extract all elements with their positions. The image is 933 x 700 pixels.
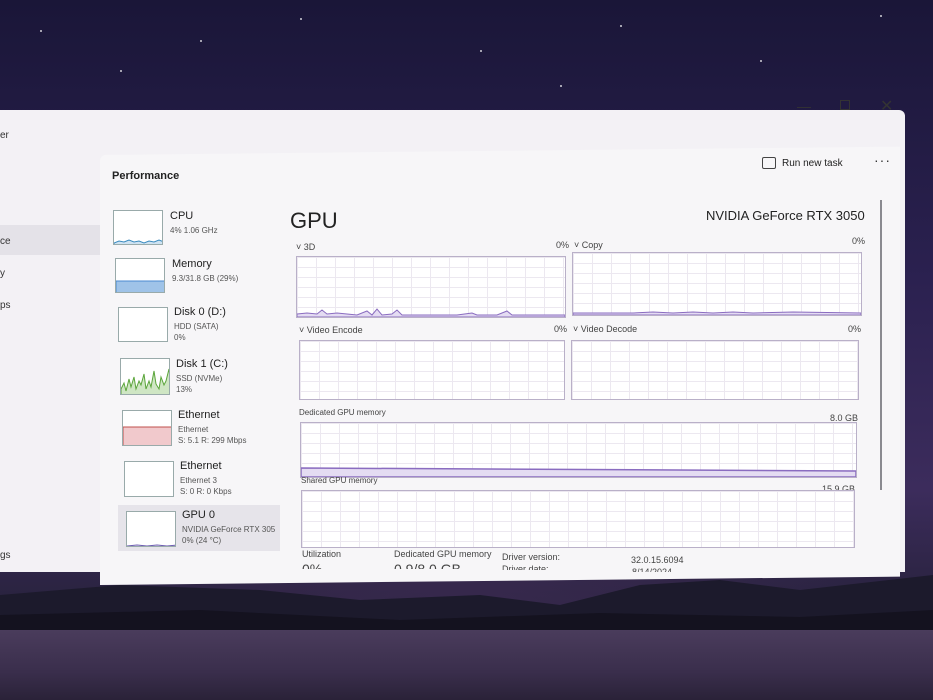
graph-copy	[572, 252, 862, 316]
run-task-icon	[762, 157, 776, 169]
ethernet-thumbnail-graph	[122, 410, 172, 446]
device-sub: SSD (NVMe)	[176, 374, 223, 383]
disk0-thumbnail-graph	[118, 307, 168, 342]
driver-date-label: Driver date:	[502, 564, 549, 570]
memory-thumbnail-graph	[115, 258, 165, 293]
device-sub: Ethernet	[178, 425, 209, 434]
star	[620, 25, 622, 27]
device-sub: NVIDIA GeForce RTX 305	[182, 525, 276, 534]
cpu-thumbnail-graph	[113, 210, 163, 245]
run-new-task-button[interactable]: Run new task	[762, 157, 843, 169]
engine-pct: 0%	[852, 236, 866, 246]
gpu-thumbnail-graph	[126, 511, 176, 547]
device-sub: Ethernet 3	[180, 476, 217, 485]
sidebar-item-settings[interactable]: gs	[0, 550, 11, 561]
star	[760, 60, 762, 62]
sidebar-item-apps[interactable]: ps	[0, 300, 11, 311]
graph-video-encode	[299, 340, 565, 400]
engine-label: 3D	[303, 242, 316, 252]
ethernet3-thumbnail-graph	[124, 461, 174, 497]
star	[120, 70, 122, 72]
engine-video-decode-dropdown[interactable]: ˅ Video Decode	[573, 324, 637, 334]
device-name: Disk 0 (D:)	[174, 306, 226, 318]
run-new-task-label: Run new task	[782, 157, 843, 169]
utilization-value: 0%	[302, 561, 323, 569]
star	[200, 40, 202, 42]
sidebar-item-performance[interactable]: ce	[0, 236, 11, 247]
dedicated-memory-stat-value: 0.9/8.0 GB	[394, 561, 461, 569]
driver-date-value: 8/14/2024	[632, 567, 673, 572]
panel-title: Performance	[112, 170, 180, 182]
engine-label: Copy	[581, 240, 603, 250]
device-sub: S: 0 R: 0 Kbps	[180, 487, 232, 496]
more-options-button[interactable]: ···	[874, 152, 891, 168]
device-name: GPU 0	[182, 509, 216, 521]
dedicated-memory-label: Dedicated GPU memory	[299, 408, 386, 417]
device-sub: HDD (SATA)	[174, 322, 219, 331]
device-name: Ethernet	[180, 460, 222, 472]
device-sub: S: 5.1 R: 299 Mbps	[178, 436, 247, 445]
device-sub: 13%	[176, 385, 193, 394]
driver-version-label: Driver version:	[502, 552, 561, 562]
device-sub: 0%	[174, 333, 186, 342]
device-name: Disk 1 (C:)	[176, 358, 228, 370]
star	[560, 85, 562, 87]
sidebar-item-history[interactable]: y	[0, 268, 5, 279]
graph-shared-memory	[301, 490, 855, 548]
close-icon[interactable]: ✕	[880, 96, 893, 116]
star	[480, 50, 482, 52]
device-sub: 9.3/31.8 GB (29%)	[172, 274, 239, 283]
engine-3d-dropdown[interactable]: ˅ 3D	[296, 242, 315, 252]
shared-memory-label: Shared GPU memory	[301, 476, 378, 485]
graph-dedicated-memory	[300, 422, 857, 478]
utilization-label: Utilization	[302, 549, 342, 559]
device-sub: 0% (24 °C)	[182, 536, 222, 545]
device-sub: 4% 1.06 GHz	[170, 226, 218, 235]
star	[40, 30, 42, 32]
star	[300, 18, 302, 20]
maximize-icon[interactable]	[840, 100, 850, 110]
engine-label: Video Encode	[306, 325, 363, 335]
engine-video-encode-dropdown[interactable]: ˅ Video Encode	[299, 325, 363, 335]
graph-3d	[296, 256, 566, 318]
minimize-icon[interactable]: —	[797, 98, 811, 114]
scrollbar[interactable]	[880, 200, 882, 490]
window-title-partial: er	[0, 130, 9, 141]
driver-version-value: 32.0.15.6094	[631, 555, 684, 565]
device-name: Memory	[172, 258, 212, 270]
device-name: CPU	[170, 210, 194, 222]
lake	[0, 630, 933, 700]
gpu-model-name: NVIDIA GeForce RTX 3050	[706, 208, 865, 223]
engine-copy-dropdown[interactable]: ˅ Copy	[574, 240, 603, 250]
device-name: Ethernet	[178, 409, 220, 421]
dedicated-memory-stat-label: Dedicated GPU memory	[394, 549, 492, 559]
engine-pct: 0%	[554, 324, 568, 334]
page-title: GPU	[290, 208, 338, 233]
engine-pct: 0%	[556, 240, 570, 250]
sidebar-selection	[0, 225, 100, 255]
graph-video-decode	[571, 340, 859, 400]
disk1-thumbnail-graph	[120, 358, 170, 395]
engine-pct: 0%	[848, 324, 862, 334]
star	[880, 15, 882, 17]
engine-label: Video Decode	[580, 324, 638, 334]
